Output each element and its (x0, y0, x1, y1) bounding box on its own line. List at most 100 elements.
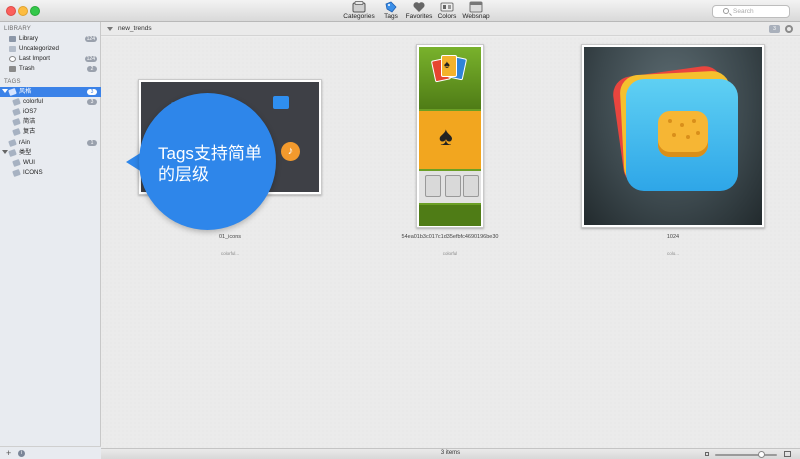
sidebar-item-label: colorful (23, 98, 43, 105)
sidebar-tag-wui[interactable]: WUI (0, 158, 101, 168)
sidebar-tag-retro[interactable]: 复古 (0, 127, 101, 137)
tag-icon (8, 87, 17, 97)
uncategorized-icon (9, 46, 16, 52)
minimize-window-button[interactable] (18, 6, 28, 16)
zoom-window-button[interactable] (30, 6, 40, 16)
heart-icon (413, 2, 425, 12)
item-thumbnail-1024[interactable] (581, 44, 765, 228)
sidebar-tag-rain[interactable]: rAin 1 (0, 138, 101, 148)
sidebar-item-label: Library (19, 35, 38, 42)
tag-icon (8, 148, 17, 158)
thumbnail-image: ♠ ♠ (419, 47, 481, 226)
disclosure-triangle-icon[interactable] (2, 150, 8, 154)
status-bar: 3 items (101, 448, 800, 459)
tag-icon (12, 127, 21, 137)
info-icon[interactable]: i (18, 450, 25, 457)
sidebar-item-trash[interactable]: Trash 2 (0, 64, 101, 74)
tag-icon (12, 107, 21, 117)
gear-icon[interactable] (785, 25, 793, 33)
music-note-icon: ♪ (281, 142, 300, 161)
search-input[interactable]: Search (712, 5, 790, 18)
sidebar: LIBRARY Library 124 Uncategorized Last I… (0, 22, 101, 459)
sidebar-tag-style[interactable]: 风格 3 (0, 87, 101, 97)
spade-icon: ♠ (439, 121, 453, 151)
item-count-badge: 3 (769, 25, 780, 33)
toolbar-tags-button[interactable]: Tags (381, 1, 401, 22)
colors-icon (440, 2, 454, 12)
tag-icon (8, 138, 17, 148)
sidebar-tag-simple[interactable]: 简洁 (0, 117, 101, 127)
sidebar-item-label: 复古 (23, 128, 36, 135)
tag-icon (385, 1, 397, 13)
card (445, 175, 461, 197)
sidebar-tag-ios7[interactable]: iOS7 (0, 107, 101, 117)
toolbar-websnap-label: Websnap (462, 13, 490, 20)
app-window: Categories Tags Favorites Colors Websnap… (0, 0, 800, 459)
tags-section-header: TAGS (4, 79, 21, 85)
sidebar-item-label: rAin (19, 139, 31, 146)
thumbnail-image (584, 47, 762, 225)
tag-icon (12, 117, 21, 127)
item-count-status: 3 items (440, 450, 461, 456)
sponge-icon (658, 111, 708, 157)
card-panel: ♠ (419, 47, 481, 109)
trash-icon (9, 66, 16, 72)
toolbar-tags-label: Tags (384, 13, 398, 20)
small-thumbnail-icon[interactable] (705, 452, 709, 456)
count-badge: 124 (84, 36, 97, 42)
thumbnail-size-slider[interactable] (715, 454, 777, 456)
card (425, 175, 441, 197)
count-badge: 124 (84, 56, 97, 62)
search-icon (723, 8, 729, 14)
tag-icon (12, 97, 21, 107)
item-tags: colorful... (220, 251, 240, 256)
sidebar-tag-colorful[interactable]: colorful 3 (0, 97, 101, 107)
sidebar-item-label: 风格 (19, 88, 32, 95)
sidebar-item-label: Last Import (19, 55, 50, 62)
slider-knob[interactable] (758, 451, 765, 458)
item-thumbnail-cards[interactable]: ♠ ♠ (416, 44, 484, 228)
sidebar-footer: + i (0, 446, 101, 459)
toolbar: Categories Tags Favorites Colors Websnap… (0, 0, 800, 22)
large-thumbnail-icon[interactable] (784, 451, 791, 457)
sidebar-item-last-import[interactable]: Last Import 124 (0, 54, 101, 64)
toolbar-categories-button[interactable]: Categories (342, 1, 376, 22)
path-bar: new_trends 3 (101, 22, 800, 36)
library-icon (9, 36, 16, 42)
websnap-icon (469, 1, 483, 13)
tag-icon (12, 158, 21, 168)
toolbar-favorites-button[interactable]: Favorites (404, 1, 434, 22)
toolbar-categories-label: Categories (343, 13, 375, 20)
sidebar-item-label: WUI (23, 159, 36, 166)
toolbar-websnap-button[interactable]: Websnap (461, 1, 491, 22)
callout-text: Tags支持简单的层级 (158, 144, 262, 184)
collapse-triangle-icon[interactable] (107, 27, 113, 31)
count-badge: 2 (87, 66, 97, 72)
sidebar-item-label: Uncategorized (19, 45, 59, 52)
disclosure-triangle-icon[interactable] (2, 89, 8, 93)
spade-icon: ♠ (444, 59, 450, 71)
sidebar-item-label: iOS7 (23, 108, 37, 115)
card-panel: ♠ (419, 111, 481, 169)
sidebar-item-uncategorized[interactable]: Uncategorized (0, 44, 101, 54)
sidebar-tag-type[interactable]: 类型 (0, 148, 101, 158)
toolbar-colors-button[interactable]: Colors (436, 1, 458, 22)
item-caption: 54ea01b3c017c1d35efbfc4690196be30 (401, 234, 499, 240)
sidebar-item-label: 类型 (19, 149, 32, 156)
item-caption: 01_icons (218, 234, 242, 240)
tag-icon (12, 168, 21, 178)
sidebar-tag-icons[interactable]: ICONS (0, 168, 101, 178)
add-icon[interactable]: + (6, 448, 11, 458)
current-folder-name: new_trends (118, 25, 152, 32)
item-caption: 1024 (666, 234, 680, 240)
toolbar-favorites-label: Favorites (405, 13, 433, 20)
toolbar-colors-label: Colors (437, 13, 457, 20)
close-window-button[interactable] (6, 6, 16, 16)
card-panel (419, 171, 481, 203)
search-placeholder: Search (733, 8, 754, 15)
sidebar-item-label: Trash (19, 65, 35, 72)
sidebar-item-library[interactable]: Library 124 (0, 34, 101, 44)
categories-icon (352, 1, 366, 13)
card-panel (419, 205, 481, 226)
count-badge: 3 (87, 89, 97, 95)
